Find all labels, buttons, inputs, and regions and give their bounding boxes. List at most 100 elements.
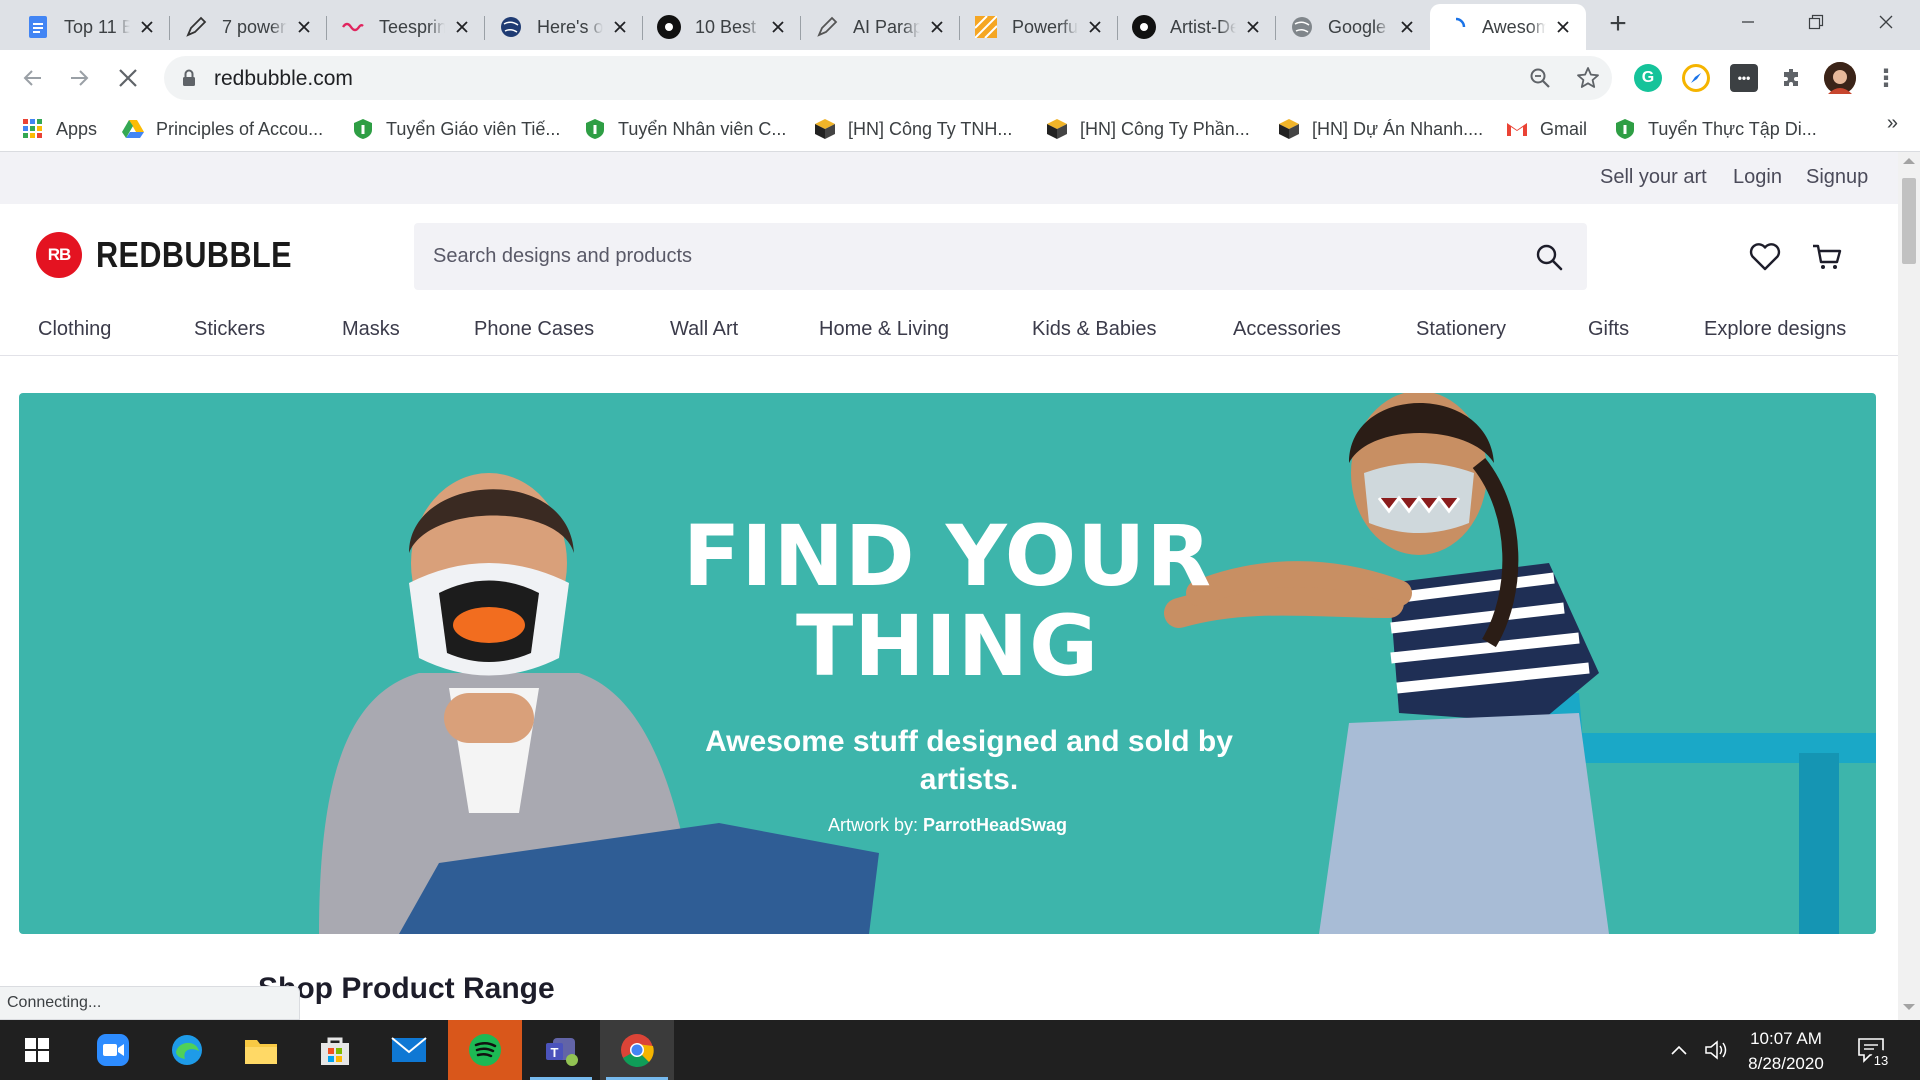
new-tab-button[interactable]: + — [1600, 9, 1636, 40]
back-button[interactable] — [12, 58, 52, 98]
bookmark-item[interactable]: [HN] Dự Án Nhanh.... — [1278, 115, 1483, 143]
search-input[interactable] — [414, 223, 1514, 290]
bookmark-item[interactable]: [HN] Công Ty TNH... — [814, 115, 1012, 143]
taskbar-zoom[interactable] — [76, 1020, 150, 1080]
start-button[interactable] — [0, 1020, 74, 1080]
notifications-button[interactable]: 13 — [1856, 1020, 1892, 1080]
close-tab-icon[interactable] — [767, 16, 789, 38]
tray-overflow-chevron-icon[interactable] — [1670, 1020, 1688, 1080]
taskbar-edge[interactable] — [150, 1020, 224, 1080]
credit-artist-link[interactable]: ParrotHeadSwag — [923, 815, 1067, 835]
hero-banner[interactable]: FIND YOUR THING Awesome stuff designed an… — [19, 393, 1876, 934]
search-icon[interactable] — [1535, 243, 1563, 271]
browser-tab[interactable]: Google — [1276, 4, 1430, 50]
close-tab-icon[interactable] — [293, 16, 315, 38]
bookmark-item[interactable]: Tuyển Giáo viên Tiế... — [352, 115, 560, 143]
shield-green-icon — [584, 118, 606, 140]
category-link[interactable]: Gifts — [1588, 318, 1629, 341]
scroll-down-arrow-icon[interactable] — [1903, 1004, 1915, 1010]
scroll-up-arrow-icon[interactable] — [1903, 158, 1915, 164]
category-link[interactable]: Phone Cases — [474, 318, 594, 341]
taskbar-mail[interactable] — [372, 1020, 446, 1080]
browser-tab[interactable]: 7 powerful print on demand — [170, 4, 327, 50]
bookmark-item[interactable]: Tuyển Nhân viên C... — [584, 115, 786, 143]
utility-bar: Sell your art Login Signup — [0, 152, 1898, 204]
taskbar-chrome[interactable] — [600, 1020, 674, 1080]
bookmark-star-icon[interactable] — [1574, 64, 1602, 92]
close-tab-icon[interactable] — [926, 16, 948, 38]
bookmark-label: [HN] Dự Án Nhanh.... — [1312, 118, 1484, 139]
close-tab-icon[interactable] — [1242, 16, 1264, 38]
restore-icon — [1808, 14, 1824, 30]
taskbar-clock[interactable]: 10:07 AM 8/28/2020 — [1730, 1026, 1842, 1076]
category-link[interactable]: Accessories — [1233, 318, 1341, 341]
close-tab-icon[interactable] — [1084, 16, 1106, 38]
signup-link[interactable]: Signup — [1806, 166, 1868, 189]
browser-tab[interactable]: Top 11 Best Print on Demand — [12, 4, 170, 50]
extensions-puzzle-icon[interactable] — [1778, 64, 1806, 92]
browser-tab[interactable]: Awesome — [1430, 4, 1586, 50]
compass-extension-icon[interactable] — [1682, 64, 1710, 92]
profile-avatar[interactable] — [1824, 62, 1856, 94]
tab-strip: Top 11 Best Print on Demand 7 powerful pr… — [0, 0, 1920, 50]
browser-tab[interactable]: Powerful — [960, 4, 1118, 50]
volume-icon[interactable] — [1704, 1020, 1728, 1080]
browser-tab[interactable]: Here's one of the best — [485, 4, 643, 50]
minimize-button[interactable] — [1714, 0, 1782, 44]
close-tab-icon[interactable] — [1396, 16, 1418, 38]
close-tab-icon[interactable] — [451, 16, 473, 38]
bookmark-item[interactable]: [HN] Công Ty Phần... — [1046, 115, 1250, 143]
category-link[interactable]: Clothing — [38, 318, 111, 341]
grammarly-extension-icon[interactable]: G — [1634, 64, 1662, 92]
bookmark-item[interactable]: Tuyển Thực Tập Di... — [1614, 115, 1817, 143]
stop-loading-button[interactable] — [108, 58, 148, 98]
login-link[interactable]: Login — [1733, 166, 1782, 189]
close-tab-icon[interactable] — [609, 16, 631, 38]
browser-tab[interactable]: Artist-Designer — [1118, 4, 1276, 50]
taskbar-store[interactable] — [298, 1020, 372, 1080]
category-link[interactable]: Masks — [342, 318, 400, 341]
wishlist-heart-icon[interactable] — [1748, 240, 1782, 274]
bookmark-label: Tuyển Thực Tập Di... — [1648, 118, 1817, 139]
bookmarks-overflow-icon[interactable]: » — [1887, 112, 1898, 135]
scroll-thumb[interactable] — [1902, 178, 1916, 264]
cart-icon[interactable] — [1810, 240, 1844, 274]
bookmark-label: Tuyển Nhân viên C... — [618, 118, 787, 139]
category-link[interactable]: Home & Living — [819, 318, 949, 341]
bookmark-item[interactable]: Principles of Accou... — [122, 115, 323, 143]
redbubble-logo[interactable]: RB REDBUBBLE — [36, 232, 327, 278]
category-link[interactable]: Wall Art — [670, 318, 738, 341]
s-logo-icon — [657, 15, 681, 39]
password-extension-icon[interactable]: ••• — [1730, 64, 1758, 92]
taskbar-file-explorer[interactable] — [224, 1020, 298, 1080]
close-tab-icon[interactable] — [1552, 16, 1574, 38]
tab-title: AI Paraphrasing Tool — [853, 16, 920, 37]
close-window-button[interactable] — [1852, 0, 1920, 44]
sell-your-art-link[interactable]: Sell your art — [1600, 166, 1707, 189]
forward-button[interactable] — [60, 58, 100, 98]
browser-tab[interactable]: AI Paraphrasing Tool — [801, 4, 960, 50]
mail-icon — [391, 1037, 427, 1062]
drive-icon — [122, 118, 144, 140]
close-tab-icon[interactable] — [136, 16, 158, 38]
browser-tab[interactable]: Teespring — [327, 4, 485, 50]
search-box — [414, 223, 1587, 290]
stop-x-icon — [119, 69, 137, 87]
category-link[interactable]: Stickers — [194, 318, 265, 341]
category-link[interactable]: Stationery — [1416, 318, 1506, 341]
apps-grid-icon — [22, 118, 44, 140]
restore-button[interactable] — [1782, 0, 1850, 44]
category-link[interactable]: Explore designs — [1704, 318, 1846, 341]
chrome-menu-icon[interactable]: ⋮ — [1872, 64, 1900, 92]
taskbar-spotify[interactable] — [448, 1020, 522, 1080]
bookmark-item[interactable]: Gmail — [1506, 115, 1587, 143]
bookmark-item[interactable]: Apps — [22, 115, 97, 143]
credit-prefix: Artwork by: — [827, 815, 918, 835]
browser-tab[interactable]: 10 Best Print on Demand — [643, 4, 801, 50]
address-bar[interactable]: redbubble.com — [164, 56, 1612, 100]
taskbar-teams[interactable]: T — [524, 1020, 598, 1080]
category-link[interactable]: Kids & Babies — [1032, 318, 1157, 341]
zoom-icon[interactable] — [1526, 64, 1554, 92]
tab-title: Teespring — [379, 16, 445, 37]
page-scrollbar[interactable] — [1898, 152, 1920, 1020]
